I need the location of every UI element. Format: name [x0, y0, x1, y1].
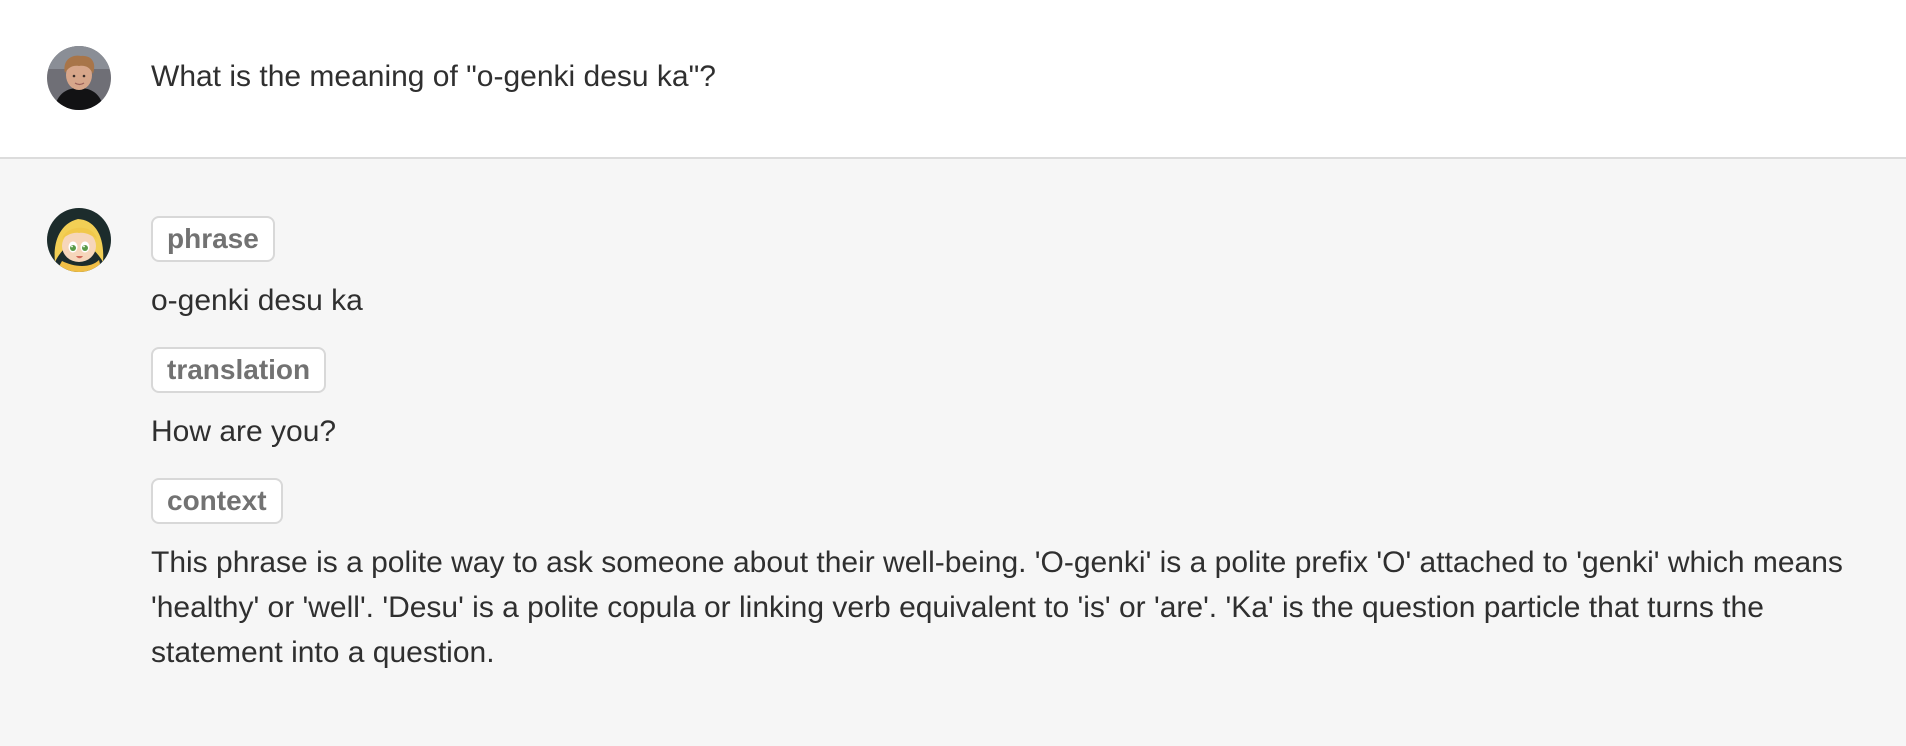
assistant-avatar-icon [47, 208, 111, 272]
phrase-value: o-genki desu ka [151, 284, 363, 317]
phrase-tag: phrase [151, 216, 275, 262]
user-message-text: What is the meaning of "o-genki desu ka"… [151, 60, 716, 93]
assistant-message-content: phrase o-genki desu ka translation How a… [151, 216, 1871, 675]
context-value: This phrase is a polite way to ask someo… [151, 546, 1843, 669]
phrase-section: phrase o-genki desu ka [151, 216, 1871, 323]
translation-tag: translation [151, 347, 327, 393]
user-avatar-icon [47, 46, 111, 110]
user-message-row: What is the meaning of "o-genki desu ka"… [0, 0, 1906, 159]
context-section: context This phrase is a polite way to a… [151, 478, 1871, 675]
translation-value: How are you? [151, 415, 337, 448]
context-tag: context [151, 478, 283, 524]
translation-section: translation How are you? [151, 347, 1871, 454]
